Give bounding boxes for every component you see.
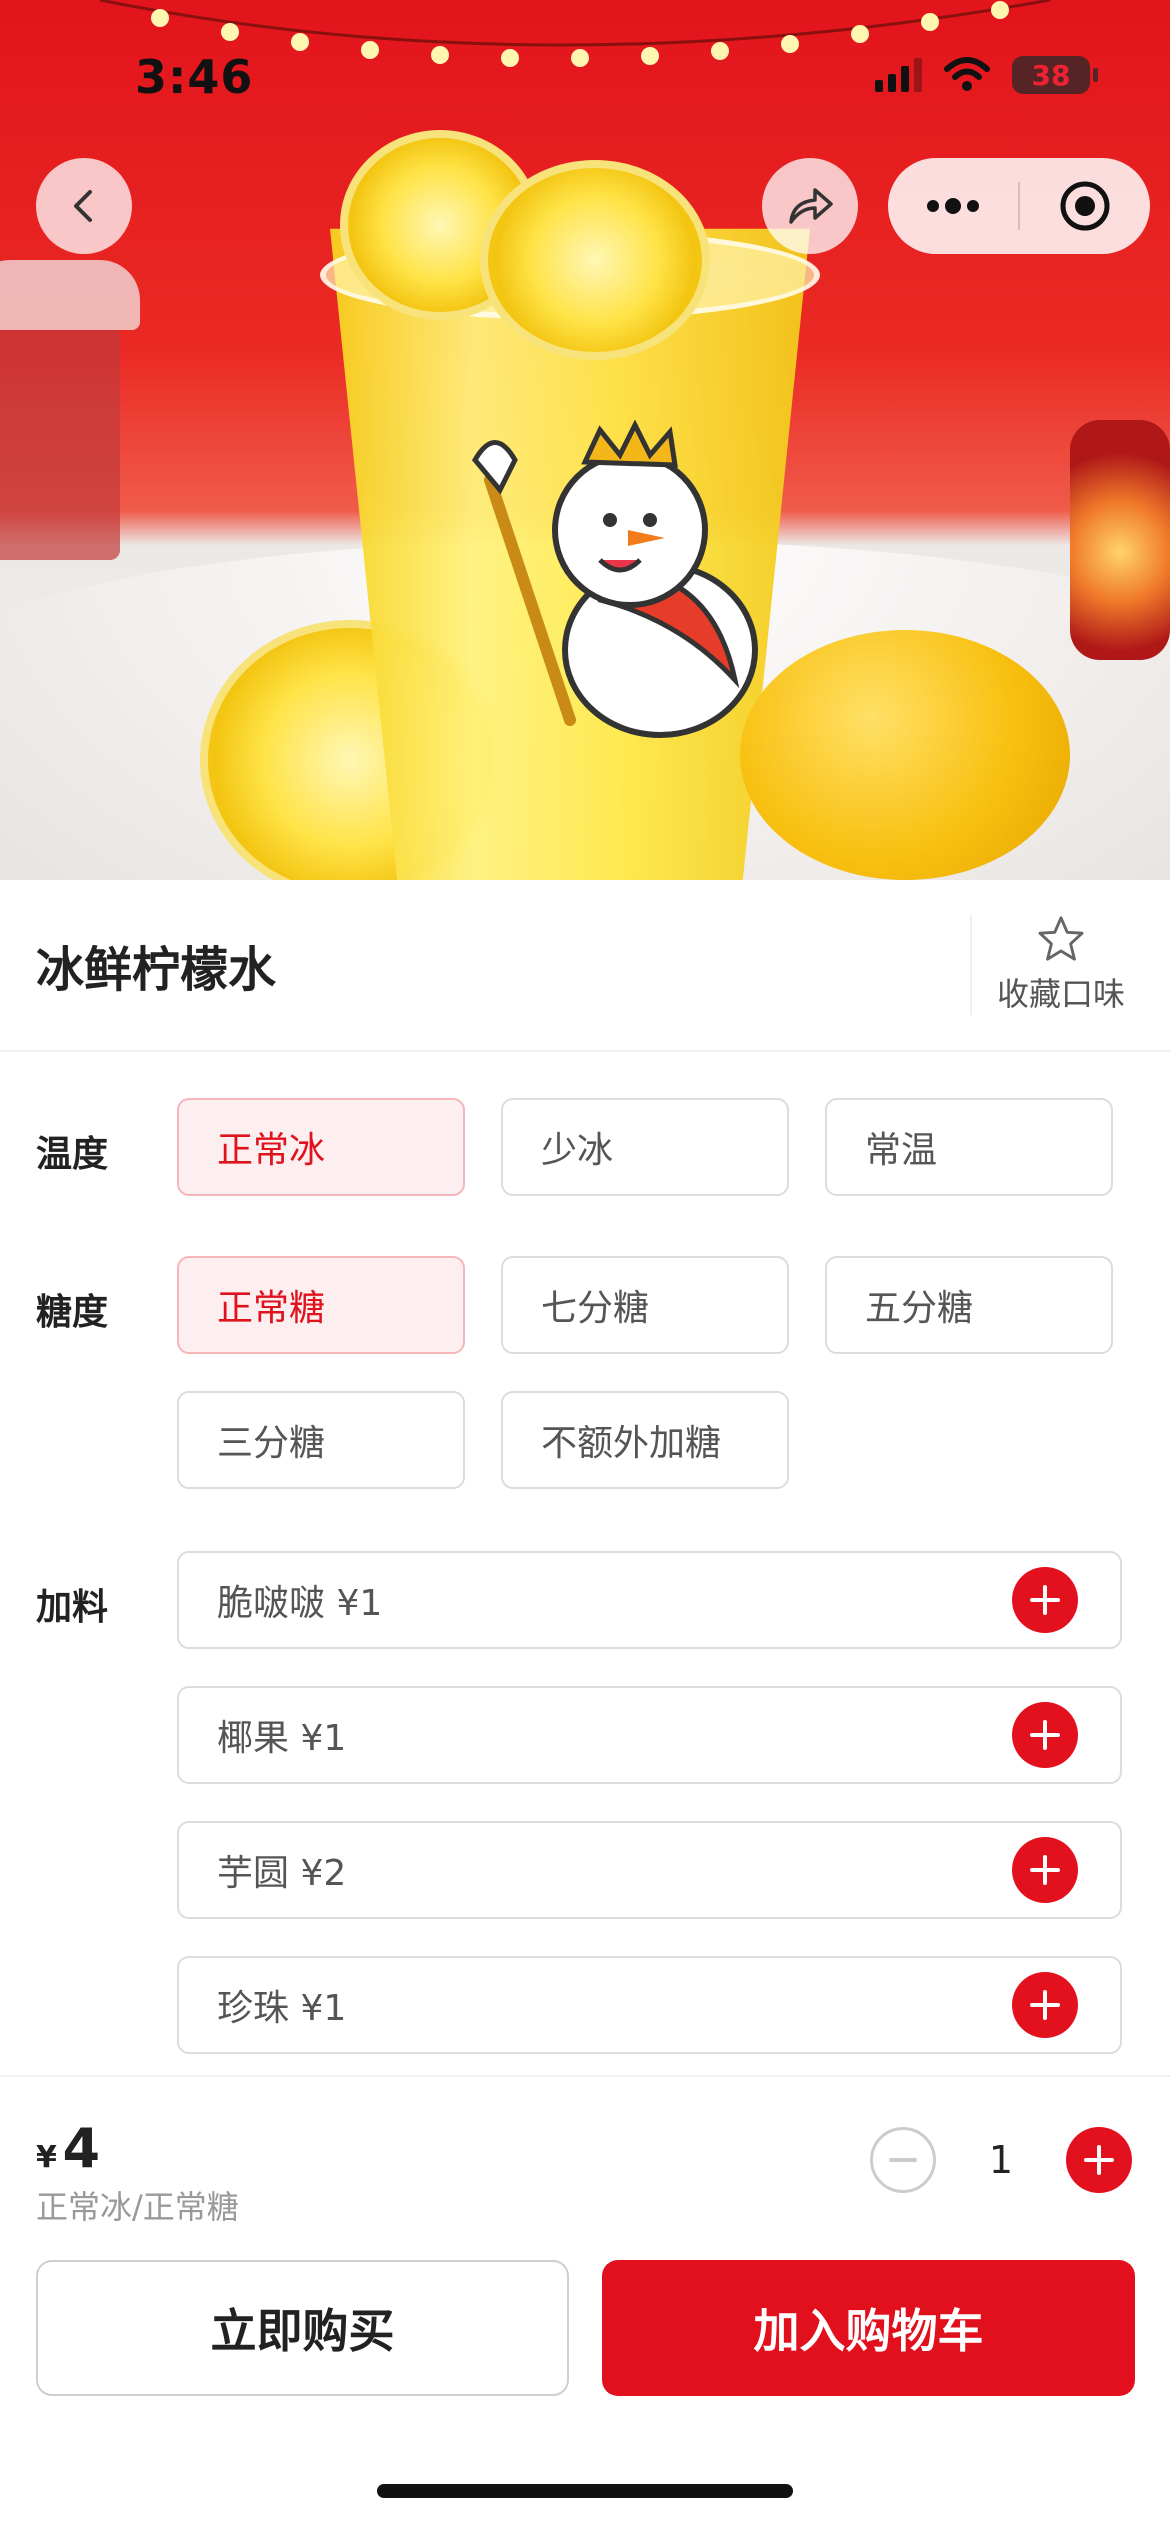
decrease-quantity-button[interactable]	[870, 2127, 936, 2193]
status-icons: 38	[875, 56, 1098, 94]
chevron-left-icon	[74, 190, 92, 222]
buy-now-button[interactable]: 立即购买	[36, 2260, 569, 2396]
favorite-label: 收藏口味	[996, 975, 1125, 1013]
whole-lemon	[740, 630, 1070, 880]
miniprogram-capsule	[888, 158, 1150, 254]
status-time: 3:46	[135, 50, 254, 104]
plus-icon	[1030, 1990, 1060, 2020]
topping-name: 芋圆 ¥2	[217, 1853, 347, 1894]
add-to-cart-button[interactable]: 加入购物车	[602, 2260, 1135, 2396]
toppings-label: 加料	[36, 1587, 109, 1628]
add-topping-button[interactable]	[1012, 1972, 1078, 2038]
share-arrow-icon	[789, 188, 833, 224]
product-title-bar: 冰鲜柠檬水 收藏口味	[0, 880, 1170, 1052]
home-indicator	[377, 2484, 793, 2498]
sugar-option-no-extra[interactable]: 不额外加糖	[501, 1391, 789, 1489]
sugar-option-30[interactable]: 三分糖	[177, 1391, 465, 1489]
share-button[interactable]	[762, 158, 858, 254]
wifi-icon	[944, 57, 990, 91]
favorite-flavor-button[interactable]: 收藏口味	[970, 915, 1150, 1015]
topping-name: 珍珠 ¥1	[217, 1988, 347, 2029]
temperature-option-normal-ice[interactable]: 正常冰	[177, 1098, 465, 1196]
temperature-label: 温度	[36, 1134, 109, 1175]
product-hero-image: 3:46 38	[0, 0, 1170, 880]
plus-icon	[1030, 1855, 1060, 1885]
snowman-mascot-logo	[471, 420, 758, 738]
quantity-value: 1	[988, 2138, 1014, 2182]
sugar-option-70[interactable]: 七分糖	[501, 1256, 789, 1354]
product-name: 冰鲜柠檬水	[36, 942, 277, 998]
selection-summary: 正常冰/正常糖	[36, 2188, 239, 2226]
back-button[interactable]	[36, 158, 132, 254]
quantity-stepper: 1	[870, 2127, 1132, 2193]
star-icon	[1038, 916, 1084, 961]
add-topping-button[interactable]	[1012, 1837, 1078, 1903]
purchase-bar: ¥ 4 正常冰/正常糖 1 立即购买 加入购物车	[0, 2075, 1170, 2532]
topping-name: 椰果 ¥1	[217, 1718, 347, 1759]
add-topping-button[interactable]	[1012, 1702, 1078, 1768]
lemon-slice	[480, 160, 710, 360]
topping-item: 珍珠 ¥1	[177, 1956, 1122, 2054]
more-dots-icon	[927, 198, 979, 214]
sugar-option-normal[interactable]: 正常糖	[177, 1256, 465, 1354]
price: ¥ 4	[36, 2117, 100, 2180]
plus-icon	[1030, 1585, 1060, 1615]
battery-icon: 38	[1012, 56, 1098, 94]
temperature-option-less-ice[interactable]: 少冰	[501, 1098, 789, 1196]
target-circle-icon	[1060, 181, 1110, 231]
close-miniprogram-button[interactable]	[1020, 158, 1150, 254]
plus-icon	[1084, 2145, 1114, 2175]
add-topping-button[interactable]	[1012, 1567, 1078, 1633]
topping-name: 脆啵啵 ¥1	[217, 1583, 383, 1624]
topping-item: 椰果 ¥1	[177, 1686, 1122, 1784]
lantern-decoration	[1070, 420, 1170, 660]
currency-symbol: ¥	[36, 2140, 57, 2175]
cellular-signal-icon	[875, 58, 922, 92]
temperature-option-room-temp[interactable]: 常温	[825, 1098, 1113, 1196]
sugar-option-50[interactable]: 五分糖	[825, 1256, 1113, 1354]
price-value: 4	[62, 2117, 101, 2180]
snow-house-decoration	[0, 260, 140, 560]
topping-item: 芋圆 ¥2	[177, 1821, 1122, 1919]
increase-quantity-button[interactable]	[1066, 2127, 1132, 2193]
more-button[interactable]	[888, 158, 1018, 254]
plus-icon	[1030, 1720, 1060, 1750]
topping-item: 脆啵啵 ¥1	[177, 1551, 1122, 1649]
sugar-label: 糖度	[36, 1292, 109, 1333]
minus-icon	[889, 2158, 917, 2162]
